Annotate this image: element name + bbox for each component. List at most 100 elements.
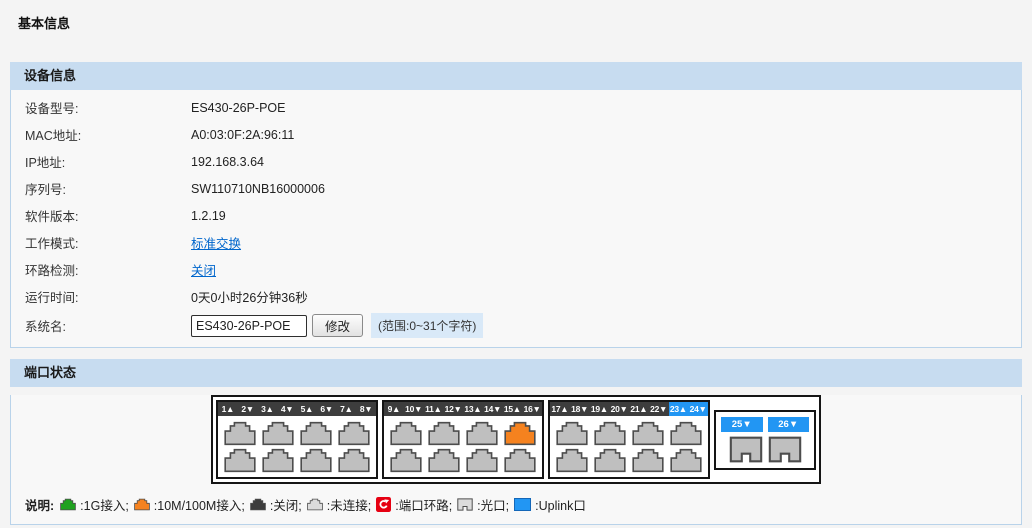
device-info-row: 运行时间:0天0小时26分钟36秒 [11, 283, 1021, 310]
port-11-icon [428, 421, 460, 446]
fiber-header-chip: 25▼ [721, 417, 763, 432]
field-label: MAC地址: [25, 125, 191, 144]
page: 基本信息 设备信息 设备型号:ES430-26P-POEMAC地址:A0:03:… [0, 0, 1032, 528]
legend-text: :Uplink口 [535, 495, 586, 514]
port-6-icon [300, 448, 332, 473]
port-row [389, 421, 537, 446]
device-info-row: 序列号:SW110710NB16000006 [11, 175, 1021, 202]
legend-item: :10M/100M接入; [134, 495, 245, 514]
port-21-icon [632, 421, 664, 446]
legend-item: :端口环路; [376, 495, 452, 514]
legend-item: :光口; [457, 495, 509, 514]
device-info-row: MAC地址:A0:03:0F:2A:96:11 [11, 121, 1021, 148]
field-value-link[interactable]: 标准交换 [191, 233, 241, 252]
field-label: 序列号: [25, 179, 191, 198]
port-17-icon [556, 421, 588, 446]
device-info-section-header: 设备信息 [10, 62, 1022, 90]
port-header-cell: 19▲ [590, 402, 610, 416]
port-header-cell: 2▼ [238, 402, 258, 416]
fiber-chip-row: 25▼ 26▼ [721, 417, 809, 432]
legend-label: 说明: [25, 495, 54, 514]
rj45-port-icon [250, 498, 266, 511]
legend-icon-wrap [250, 498, 266, 511]
loop-icon [376, 497, 391, 512]
port-9-icon [390, 421, 422, 446]
device-info-rows: 设备型号:ES430-26P-POEMAC地址:A0:03:0F:2A:96:1… [10, 90, 1022, 348]
device-info-row: 工作模式:标准交换 [11, 229, 1021, 256]
device-info-row: 环路检测:关闭 [11, 256, 1021, 283]
legend-item: :关闭; [250, 495, 302, 514]
port-row [389, 448, 537, 473]
port-15-icon [504, 421, 536, 446]
legend-text: :端口环路; [395, 495, 452, 514]
field-value: 0天0小时26分钟36秒 [191, 287, 308, 306]
field-value: ES430-26P-POE [191, 101, 286, 115]
port-header-cell: 22▼ [649, 402, 669, 416]
port-10-icon [390, 448, 422, 473]
port-group-1: 1▲2▼3▲4▼5▲6▼7▲8▼ [216, 400, 378, 479]
port-20-icon [594, 448, 626, 473]
port-header-cell: 23▲ [669, 402, 689, 416]
device-info-row: 设备型号:ES430-26P-POE [11, 94, 1021, 121]
port-header-cell: 24▼ [688, 402, 708, 416]
port-8-icon [338, 448, 370, 473]
legend-text: :1G接入; [80, 495, 129, 514]
field-label: 工作模式: [25, 233, 191, 252]
port-1-icon [224, 421, 256, 446]
port-header-cell: 16▼ [522, 402, 542, 416]
fiber-header-chip: 26▼ [768, 417, 810, 432]
port-group-header: 17▲18▼19▲20▼21▲22▼23▲24▼ [550, 402, 708, 416]
port-header-cell: 13▲ [463, 402, 483, 416]
port-header-cell: 12▼ [443, 402, 463, 416]
port-14-icon [466, 448, 498, 473]
uplink-icon [514, 498, 531, 511]
port-row [555, 448, 703, 473]
port-row [223, 448, 371, 473]
port-header-cell: 14▼ [483, 402, 503, 416]
modify-button[interactable]: 修改 [312, 314, 363, 337]
legend-icon-wrap [134, 498, 150, 511]
rj45-port-icon [134, 498, 150, 511]
fiber-port-group: 25▼ 26▼ [714, 410, 816, 470]
device-info-row: 软件版本:1.2.19 [11, 202, 1021, 229]
port-header-cell: 17▲ [550, 402, 570, 416]
legend-icon-wrap [514, 498, 531, 511]
field-value-link[interactable]: 关闭 [191, 260, 216, 279]
field-label: 系统名: [25, 316, 191, 335]
legend-text: :光口; [477, 495, 509, 514]
switch-port-chassis: 1▲2▼3▲4▼5▲6▼7▲8▼9▲10▼11▲12▼13▲14▼15▲16▼1… [211, 395, 821, 484]
port-row [555, 421, 703, 446]
port-header-cell: 8▼ [356, 402, 376, 416]
port-row [223, 421, 371, 446]
field-value: A0:03:0F:2A:96:11 [191, 128, 294, 142]
device-info-row: 系统名: 修改 (范围:0~31个字符) [11, 310, 1021, 341]
system-name-input[interactable] [191, 315, 307, 337]
field-label: 设备型号: [25, 98, 191, 117]
port-24-icon [670, 448, 702, 473]
port-group-ports [550, 416, 708, 477]
range-hint: (范围:0~31个字符) [371, 313, 483, 338]
port-header-cell: 5▲ [297, 402, 317, 416]
port-status-panel: 端口状态 1▲2▼3▲4▼5▲6▼7▲8▼9▲10▼11▲12▼13▲14▼15… [10, 359, 1022, 525]
field-value: 192.168.3.64 [191, 155, 264, 169]
field-label: IP地址: [25, 152, 191, 171]
port-header-cell: 1▲ [218, 402, 238, 416]
port-header-cell: 6▼ [317, 402, 337, 416]
port-group-ports [218, 416, 376, 477]
port-legend: 说明: :1G接入;:10M/100M接入;:关闭;:未连接;:端口环路;:光口… [11, 484, 1021, 524]
field-label: 运行时间: [25, 287, 191, 306]
port-header-cell: 20▼ [609, 402, 629, 416]
port-group-2: 9▲10▼11▲12▼13▲14▼15▲16▼ [382, 400, 544, 479]
device-info-row: IP地址:192.168.3.64 [11, 148, 1021, 175]
legend-text: :关闭; [270, 495, 302, 514]
port-header-cell: 3▲ [258, 402, 278, 416]
legend-icon-wrap [376, 497, 391, 512]
port-header-cell: 4▼ [277, 402, 297, 416]
port-status-body: 1▲2▼3▲4▼5▲6▼7▲8▼9▲10▼11▲12▼13▲14▼15▲16▼1… [10, 395, 1022, 525]
port-18-icon [556, 448, 588, 473]
port-4-icon [262, 448, 294, 473]
field-value: SW110710NB16000006 [191, 182, 325, 196]
port-19-icon [594, 421, 626, 446]
port-26-icon [768, 436, 802, 463]
legend-icon-wrap [457, 498, 473, 511]
